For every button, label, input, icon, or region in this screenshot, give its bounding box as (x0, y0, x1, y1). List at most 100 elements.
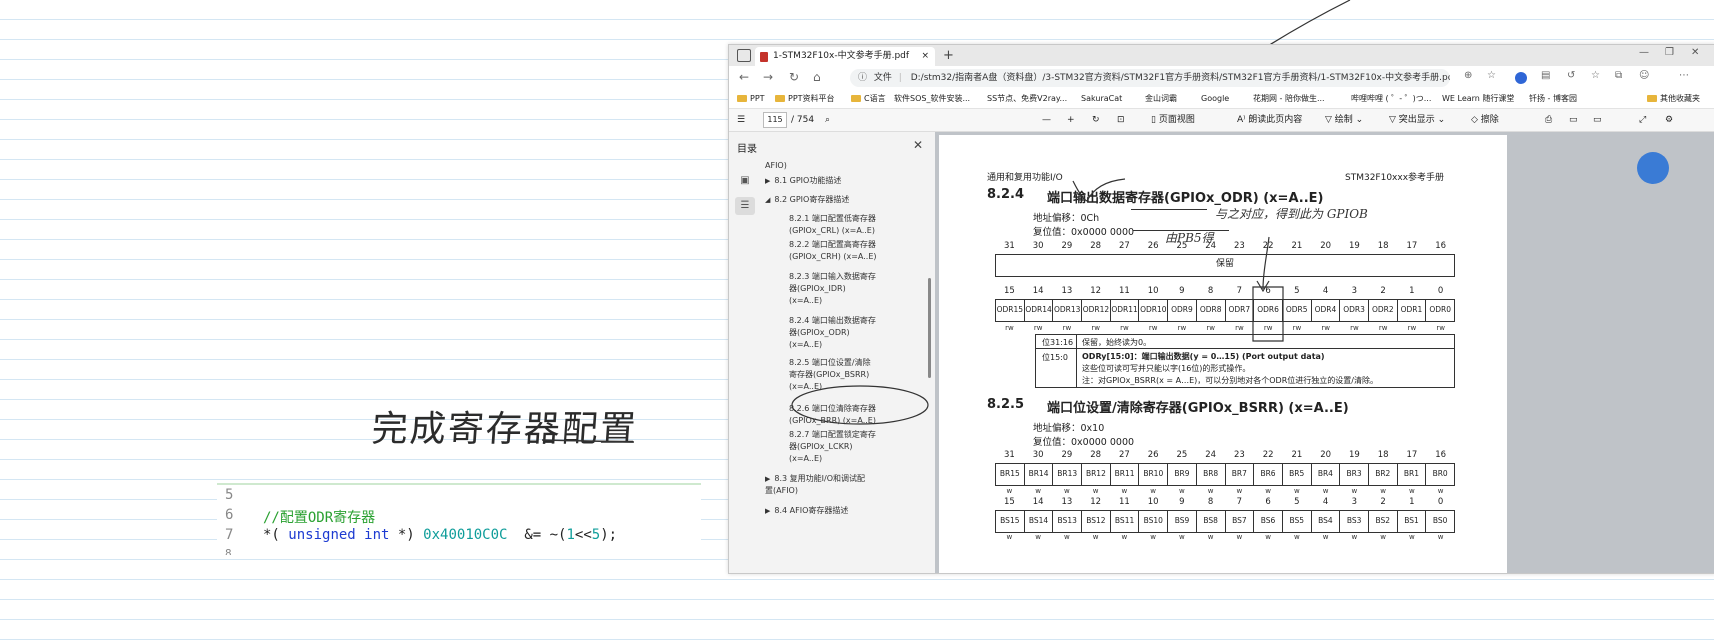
thumbnail-icon[interactable]: ▣ (735, 172, 755, 190)
home-icon[interactable]: ⌂ (813, 70, 821, 84)
bookmark-item[interactable]: SakuraCat (1081, 90, 1122, 108)
read-aloud-button[interactable]: A⁾ 朗读此页内容 (1237, 109, 1302, 131)
bookmark-item[interactable]: 哔哩哔哩 ( ゜- ゜)つ... (1351, 90, 1431, 108)
access-type: rw (1350, 324, 1359, 332)
sync-icon[interactable]: ↺ (1567, 70, 1575, 81)
zoom-out-icon[interactable]: — (1042, 109, 1051, 131)
toc-item[interactable]: 8.2.1 端口配置低寄存器 (GPIOx_CRL) (x=A..E) (789, 213, 876, 237)
toc-item-label: AFIO) (765, 161, 787, 170)
print-icon[interactable]: ⎙ (1545, 109, 1552, 131)
toc-close-button[interactable]: ✕ (913, 138, 923, 152)
register-field: ODR3 (1340, 300, 1369, 321)
access-type: w (1121, 533, 1128, 541)
toc-item[interactable]: ▶ 8.3 复用功能I/O和调试配 置(AFIO) (765, 473, 865, 497)
bookmark-item[interactable]: WE Learn 随行课堂 (1442, 90, 1514, 108)
fit-page-icon[interactable]: ⊡ (1117, 109, 1125, 131)
zoom-icon[interactable]: ⊕ (1464, 70, 1472, 81)
zoom-in-icon[interactable]: + (1067, 109, 1075, 131)
register-field: BS11 (1111, 511, 1140, 532)
tab-close-button[interactable]: × (921, 47, 929, 66)
bit-number: 30 (1032, 450, 1044, 460)
reading-icon[interactable]: ▤ (1541, 70, 1550, 81)
settings-icon[interactable]: ⚙ (1665, 109, 1673, 131)
bookmark-item[interactable]: 钎扬 - 博客园 (1529, 90, 1577, 108)
expand-triangle-icon[interactable]: ▶ (765, 177, 770, 185)
collections-icon[interactable]: ⧉ (1615, 70, 1622, 81)
tab-pdf[interactable]: 1-STM32F10x-中文参考手册.pdf × (755, 47, 935, 66)
bit-number: 12 (1090, 497, 1102, 507)
page-view-button[interactable]: ▯ 页面视图 (1151, 109, 1195, 131)
contents-icon[interactable]: ☰ (737, 109, 745, 131)
toc-item[interactable]: 8.2.4 端口输出数据寄存 器(GPIOx_ODR) (x=A..E) (789, 315, 876, 351)
new-tab-button[interactable]: + (943, 47, 954, 64)
bookmark-item[interactable]: PPT资料平台 (775, 90, 835, 108)
toc-item[interactable]: ▶ 8.1 GPIO功能描述 (765, 175, 841, 187)
access-type: w (1437, 533, 1444, 541)
toc-item[interactable]: 8.2.3 端口输入数据寄存 器(GPIOx_IDR) (x=A..E) (789, 271, 876, 307)
toc-item[interactable]: AFIO) (765, 160, 787, 172)
profile-icon[interactable]: ☺ (1639, 70, 1649, 81)
handwritten-note-pb5: 由PB5得 (1165, 231, 1214, 245)
expand-triangle-icon[interactable]: ◢ (765, 196, 770, 204)
favorite-icon[interactable]: ☆ (1487, 70, 1496, 81)
address-bar[interactable]: ⓘ 文件 | D:/stm32/指南者A盘（资料盘）/3-STM32官方资料/S… (850, 69, 1450, 87)
bit-number: 19 (1348, 450, 1360, 460)
bit-number: 3 (1351, 497, 1358, 507)
bookmark-item[interactable]: 花期网 - 陪你做生... (1253, 90, 1325, 108)
back-icon[interactable]: ← (739, 70, 749, 84)
bookmark-item[interactable]: C语言 (851, 90, 886, 108)
odr-bit-description-table: 位31:16 保留，始终读为0。 位15:0 ODRy[15:0]：端口输出数据… (1035, 334, 1455, 388)
draw-button[interactable]: ▽ 绘制 ⌄ (1325, 109, 1363, 131)
maximize-button[interactable]: ❐ (1665, 47, 1674, 58)
favorites-icon[interactable]: ☆ (1591, 70, 1600, 81)
bookmark-item[interactable]: 其他收藏夹 (1647, 90, 1700, 108)
bit-number: 0 (1437, 286, 1444, 296)
copilot-icon[interactable] (1637, 152, 1669, 184)
bit-number: 7 (1236, 497, 1243, 507)
forward-icon[interactable]: → (763, 70, 773, 84)
page-header-left: 通用和复用功能I/O (987, 173, 1063, 183)
toc-item[interactable]: 8.2.2 端口配置高寄存器 (GPIOx_CRH) (x=A..E) (789, 239, 877, 263)
fullscreen-icon[interactable]: ⤢ (1639, 109, 1646, 131)
expand-triangle-icon[interactable]: ▶ (765, 507, 770, 515)
minimize-button[interactable]: — (1639, 47, 1649, 58)
register-field: BR11 (1111, 464, 1140, 485)
extension-icon[interactable] (1515, 72, 1527, 84)
register-field: BS1 (1398, 511, 1427, 532)
bsrr-br-row: BR15 BR14 BR13 BR12 BR11 BR10 BR9 BR8 BR7 BR6 BR5 B… (995, 463, 1455, 486)
access-type: w (1150, 487, 1156, 495)
toc-item[interactable]: 8.2.7 端口配置锁定寄存 器(GPIOx_LCKR) (x=A..E) (789, 429, 876, 465)
handwritten-underline-odr (1131, 197, 1207, 210)
bookmark-item[interactable]: Google (1201, 90, 1229, 108)
register-field: BR5 (1283, 464, 1312, 485)
search-icon[interactable]: ⌕ (825, 109, 830, 131)
toc-item-label: 8.2.7 端口配置锁定寄存 器(GPIOx_LCKR) (x=A..E) (789, 430, 876, 463)
register-field: ODR4 (1312, 300, 1341, 321)
bookmark-item[interactable]: PPT (737, 90, 765, 108)
bit-number: 10 (1147, 497, 1159, 507)
bookmark-item[interactable]: SS节点、免费V2ray... (987, 90, 1067, 108)
refresh-icon[interactable]: ↻ (789, 70, 799, 84)
outline-icon[interactable]: ☰ (735, 197, 755, 215)
toc-scrollbar[interactable] (928, 278, 931, 378)
toc-item[interactable]: ▶ 8.4 AFIO寄存器描述 (765, 505, 848, 517)
bit-number: 11 (1118, 497, 1130, 507)
toc-item[interactable]: ◢ 8.2 GPIO寄存器描述 (765, 194, 849, 206)
bookmark-item[interactable]: 软件SOS_软件安装... (894, 90, 970, 108)
save-icon[interactable]: ▭ (1569, 109, 1578, 131)
bookmark-item[interactable]: 金山词霸 (1145, 90, 1177, 108)
page-number-input[interactable]: 115 (763, 112, 787, 128)
close-window-button[interactable]: ✕ (1691, 47, 1699, 58)
more-icon[interactable]: ⋯ (1679, 70, 1689, 81)
toc-item-label: 8.2.4 端口输出数据寄存 器(GPIOx_ODR) (x=A..E) (789, 316, 876, 349)
erase-button[interactable]: ◇ 擦除 (1471, 109, 1499, 131)
rotate-icon[interactable]: ↻ (1092, 109, 1100, 131)
highlight-button[interactable]: ▽ 突出显示 ⌄ (1389, 109, 1445, 131)
register-field: ODR14 (1025, 300, 1054, 321)
bit-number: 4 (1322, 286, 1329, 296)
save-as-icon[interactable]: ▭ (1593, 109, 1602, 131)
register-field: BR15 (996, 464, 1025, 485)
expand-triangle-icon[interactable]: ▶ (765, 475, 770, 483)
tab-actions-icon[interactable] (737, 49, 751, 62)
bit-number: 21 (1291, 241, 1303, 251)
